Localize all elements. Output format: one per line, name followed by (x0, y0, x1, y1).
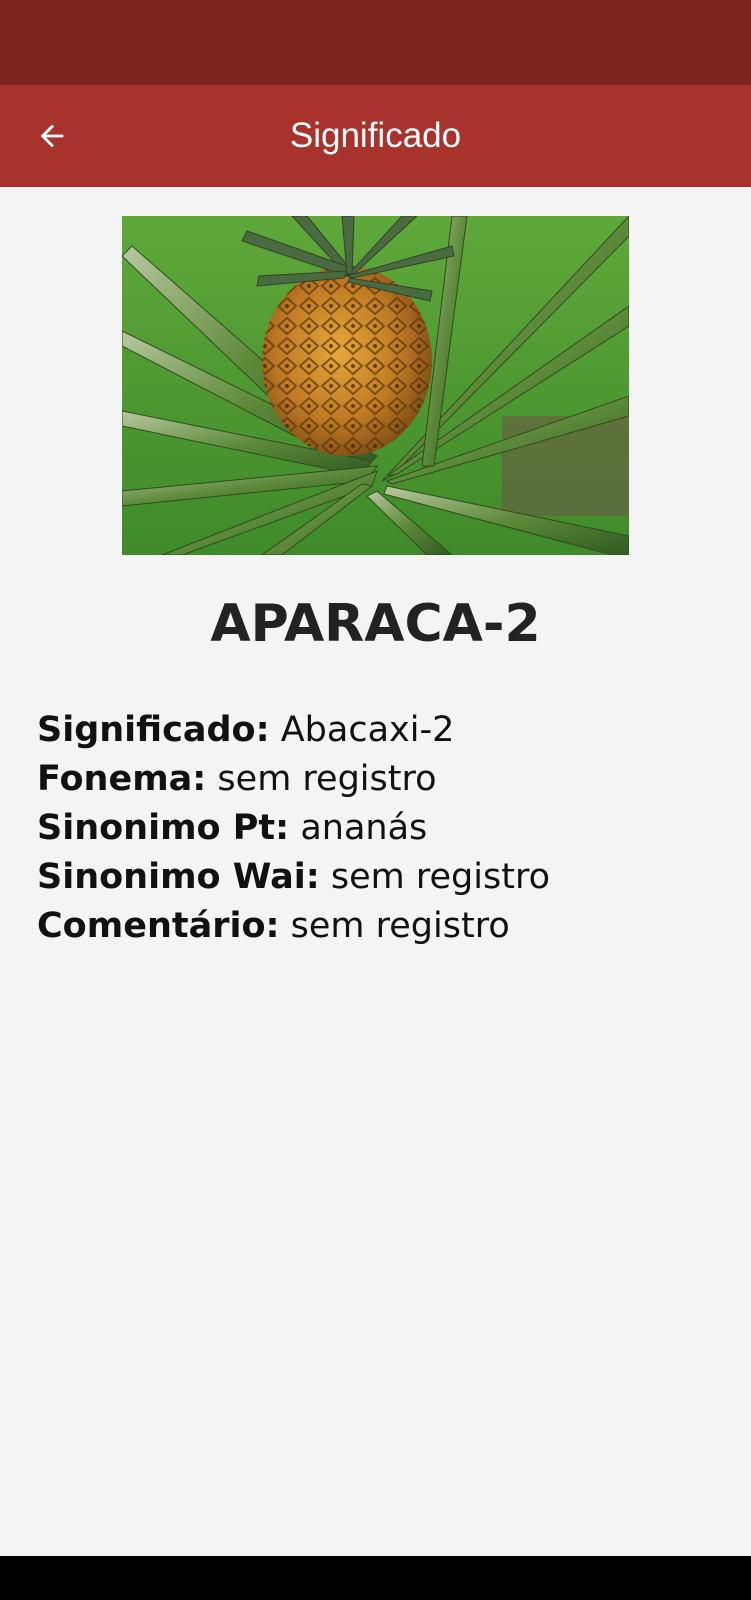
detail-value: Abacaxi-2 (280, 710, 455, 750)
detail-sinonimo-pt: Sinonimo Pt: ananás (37, 804, 727, 853)
detail-value: ananás (300, 808, 428, 848)
detail-value: sem registro (217, 759, 437, 799)
detail-label: Fonema: (37, 759, 207, 799)
detail-label: Comentário: (37, 906, 280, 946)
detail-label: Sinonimo Pt: (37, 808, 290, 848)
detail-value: sem registro (330, 857, 550, 897)
detail-comentario: Comentário: sem registro (37, 902, 727, 951)
word-details: Significado: Abacaxi-2 Fonema: sem regis… (37, 706, 727, 951)
detail-significado: Significado: Abacaxi-2 (37, 706, 727, 755)
detail-sinonimo-wai: Sinonimo Wai: sem registro (37, 853, 727, 902)
app-bar: Significado (0, 85, 751, 187)
arrow-left-icon (40, 124, 64, 148)
detail-value: sem registro (290, 906, 510, 946)
detail-label: Significado: (37, 710, 270, 750)
detail-fonema: Fonema: sem registro (37, 755, 727, 804)
pineapple-photo (122, 216, 629, 555)
system-navigation-bar (0, 1556, 751, 1600)
word-title: APARACA-2 (210, 594, 541, 654)
status-bar (0, 0, 751, 85)
app-bar-title: Significado (289, 116, 462, 155)
detail-label: Sinonimo Wai: (37, 857, 320, 897)
back-button[interactable] (22, 106, 82, 166)
